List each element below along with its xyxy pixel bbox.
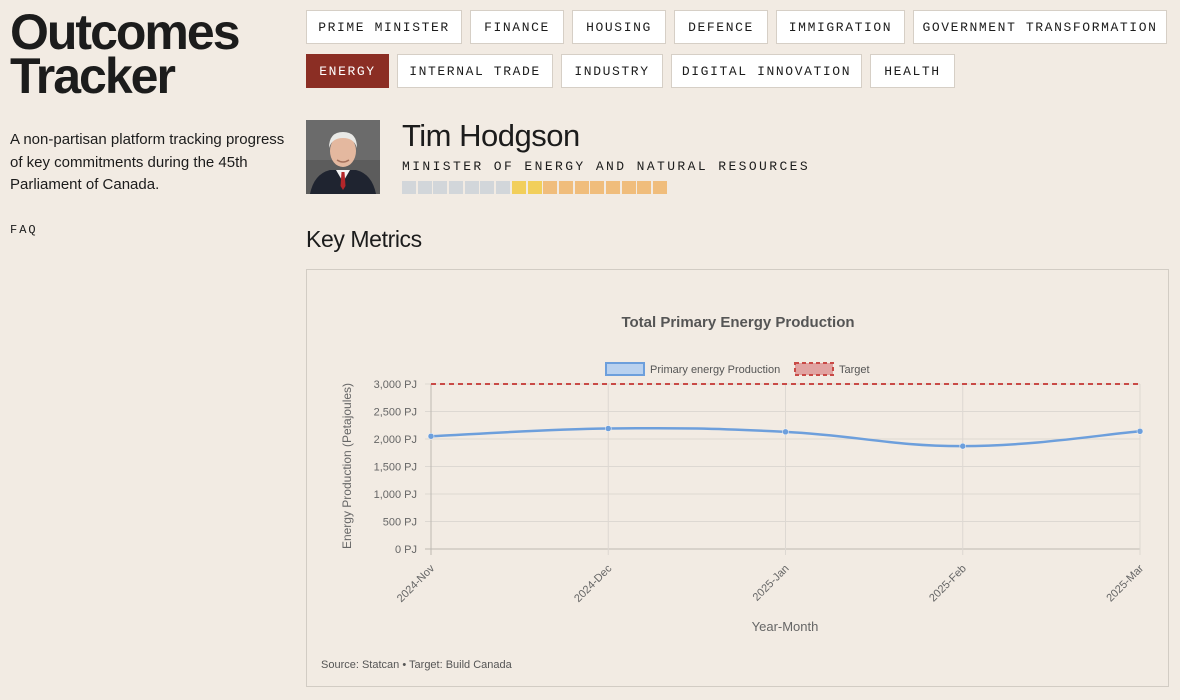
legend-label-production: Primary energy Production [650,364,780,376]
progress-segment [653,181,667,194]
progress-segment [621,181,636,194]
y-tick-label: 500 PJ [383,517,417,529]
x-tick-label: 2024-Nov [395,562,438,605]
progress-segment [590,181,605,194]
chart-title: Total Primary Energy Production [621,314,854,331]
y-axis-label: Energy Production (Petajoules) [340,383,354,549]
y-tick-label: 3,000 PJ [374,379,417,391]
tab-defence[interactable]: Defence [674,10,768,44]
commitment-progress-bar [402,181,667,194]
site-tagline: A non-partisan platform tracking progres… [10,131,285,193]
progress-segment [637,181,652,194]
chart-legend: Primary energy Production Target [605,362,870,376]
y-axis-ticks: 0 PJ 500 PJ 1,000 PJ 1,500 PJ 2,000 PJ 2,500 … [374,379,417,556]
progress-segment [480,181,495,194]
x-tick-label: 2025-Feb [927,563,969,605]
progress-segment [402,181,416,194]
progress-segment [558,181,573,194]
tab-digital-innovation[interactable]: Digital Innovation [671,54,862,88]
progress-segment [496,181,511,194]
progress-segment [543,181,558,194]
production-point [1136,428,1144,435]
x-axis-ticks: 2024-Nov 2024-Dec 2025-Jan 2025-Feb 2025-Mar [395,562,1146,605]
minister-portrait [306,120,380,194]
tab-immigration[interactable]: Immigration [776,10,905,44]
x-tick-label: 2025-Mar [1104,562,1146,604]
progress-segment [527,181,542,194]
x-tick-label: 2024-Dec [572,562,615,605]
production-point [782,428,789,436]
progress-segment [574,181,589,194]
legend-swatch-target [794,362,834,376]
legend-label-target: Target [839,364,870,376]
progress-segment [449,181,464,194]
site-logo[interactable]: Outcomes Tracker [10,7,250,104]
production-point [605,425,612,432]
tab-government-transformation[interactable]: Government Transformation [913,10,1167,44]
key-metrics-heading: Key Metrics [306,226,422,252]
brand-line-2: Tracker [10,48,176,104]
tab-prime-minister[interactable]: Prime Minister [306,10,462,44]
progress-segment [511,181,526,194]
y-tick-label: 2,500 PJ [374,407,417,419]
legend-swatch-production [605,362,645,376]
progress-segment [605,181,620,194]
x-axis-label: Year-Month [752,619,819,634]
production-point [427,433,435,440]
progress-segment [464,181,479,194]
progress-segment [433,181,448,194]
energy-production-chart: Total Primary Energy Production Primary … [321,314,1146,671]
tab-internal-trade[interactable]: Internal Trade [397,54,553,88]
y-tick-label: 0 PJ [395,544,417,556]
tab-finance[interactable]: Finance [470,10,564,44]
chart-source-note: Source: Statcan • Target: Build Canada [321,659,513,671]
tab-energy[interactable]: Energy [306,54,389,88]
faq-link[interactable]: FAQ [10,223,38,237]
department-tabs-row-1: Prime Minister Finance Housing Defence I… [306,10,1167,44]
y-tick-label: 1,500 PJ [374,462,417,474]
x-tick-label: 2025-Jan [751,563,792,604]
y-tick-label: 1,000 PJ [374,489,417,501]
department-tabs-row-2: Energy Internal Trade Industry Digital I… [306,54,955,88]
y-tick-label: 2,000 PJ [374,434,417,446]
tab-housing[interactable]: Housing [572,10,666,44]
minister-title: Minister of Energy and Natural Resources [402,159,811,174]
chart-grid [425,383,1141,555]
minister-name: Tim Hodgson [402,118,580,153]
production-point [959,442,966,450]
progress-segment [417,181,432,194]
tab-health[interactable]: Health [870,54,955,88]
energy-production-chart-card: Total Primary Energy Production Primary … [306,269,1169,687]
tab-industry[interactable]: Industry [561,54,663,88]
